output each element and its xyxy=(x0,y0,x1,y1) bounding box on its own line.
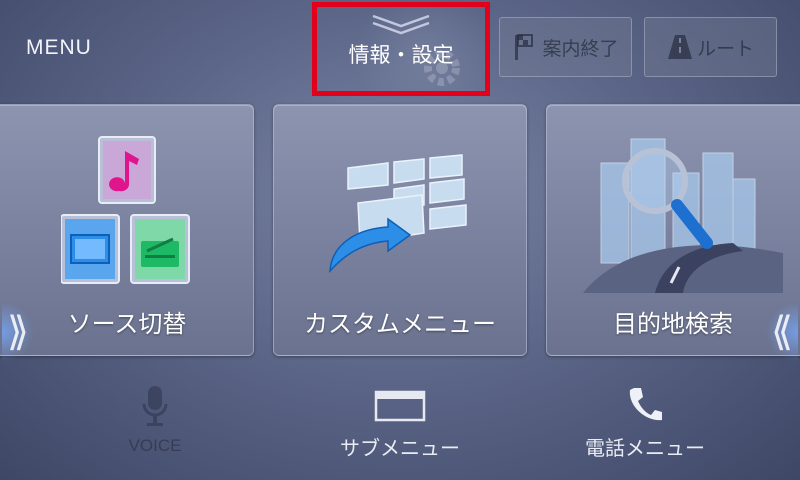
bottom-bar: VOICE サブメニュー 電話メニュー xyxy=(0,370,800,480)
sub-menu-label: サブメニュー xyxy=(340,436,460,460)
scroll-right-arrow[interactable]: ⟪ xyxy=(766,302,798,362)
guide-end-button[interactable]: 案内終了 xyxy=(499,17,632,77)
source-switch-icon xyxy=(61,136,190,284)
menu-title: MENU xyxy=(26,36,92,59)
destination-search-label: 目的地検索 xyxy=(613,310,733,338)
voice-label: VOICE xyxy=(128,436,182,455)
goal-flag-icon xyxy=(515,34,534,60)
custom-menu-label: カスタムメニュー xyxy=(304,310,496,338)
top-bar: MENU 情報・設定 案内終了 ルート xyxy=(0,0,800,96)
custom-menu-icon xyxy=(329,154,467,274)
window-icon xyxy=(374,390,426,422)
phone-menu-label: 電話メニュー xyxy=(585,436,705,460)
source-switch-tile[interactable]: ソース切替 xyxy=(0,104,254,356)
microphone-icon xyxy=(142,386,168,426)
voice-button[interactable]: VOICE xyxy=(25,370,285,480)
scroll-left-arrow[interactable]: ⟫ xyxy=(2,302,34,362)
info-settings-button[interactable]: 情報・設定 xyxy=(312,2,490,96)
main-tiles: ソース切替 カスタムメニュー 目的地検索 ⟫ ⟪ xyxy=(0,104,800,362)
custom-menu-tile[interactable]: カスタムメニュー xyxy=(273,104,527,356)
road-icon xyxy=(667,35,692,59)
phone-icon xyxy=(629,388,662,421)
route-label: ルート xyxy=(696,37,754,60)
guide-end-label: 案内終了 xyxy=(542,37,619,60)
info-settings-label: 情報・設定 xyxy=(348,43,454,67)
sub-menu-button[interactable]: サブメニュー xyxy=(270,370,530,480)
destination-search-tile[interactable]: 目的地検索 xyxy=(546,104,800,356)
chevron-down-icon xyxy=(372,14,430,35)
route-button[interactable]: ルート xyxy=(644,17,777,77)
destination-search-icon xyxy=(583,138,783,293)
phone-menu-button[interactable]: 電話メニュー xyxy=(515,370,775,480)
source-switch-label: ソース切替 xyxy=(67,310,187,338)
